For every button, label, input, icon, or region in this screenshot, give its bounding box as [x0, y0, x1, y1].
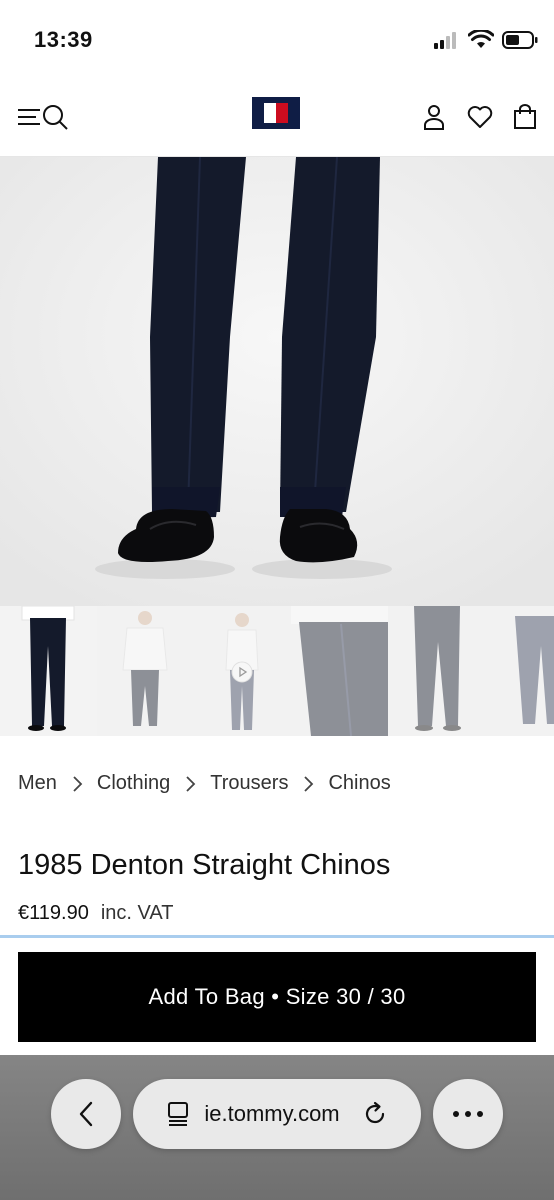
breadcrumb: Men Clothing Trousers Chinos — [18, 772, 391, 795]
cellular-signal-icon — [434, 32, 456, 49]
thumb-front-full[interactable] — [0, 606, 97, 736]
wishlist-heart-icon[interactable] — [465, 102, 495, 132]
thumb-back-view[interactable] — [388, 606, 485, 736]
thumb-flat-lay[interactable] — [485, 606, 554, 736]
status-bar: 13:39 — [0, 0, 554, 80]
reload-icon[interactable] — [362, 1101, 388, 1127]
price-row: €119.90 inc. VAT — [18, 902, 173, 925]
thumb-model-white-sweater[interactable] — [97, 606, 194, 736]
thumb-video[interactable] — [194, 606, 291, 736]
tommy-hilfiger-flag-logo[interactable] — [252, 97, 300, 129]
vat-note: inc. VAT — [100, 902, 174, 924]
breadcrumb-trousers[interactable]: Trousers — [210, 772, 288, 795]
chevron-right-icon — [184, 775, 196, 793]
address-bar[interactable]: ie.tommy.com — [133, 1079, 421, 1149]
shopping-bag-icon[interactable] — [510, 102, 540, 132]
play-icon[interactable] — [231, 661, 253, 683]
product-title: 1985 Denton Straight Chinos — [18, 849, 391, 881]
account-icon[interactable] — [419, 102, 449, 132]
chevron-right-icon — [302, 775, 314, 793]
search-icon[interactable] — [40, 102, 70, 132]
more-icon — [453, 1111, 483, 1117]
reader-tabs-icon[interactable] — [166, 1101, 190, 1127]
battery-icon — [502, 31, 538, 49]
browser-more-button[interactable] — [433, 1079, 503, 1149]
wifi-icon — [468, 30, 494, 48]
chevron-right-icon — [71, 775, 83, 793]
status-time: 13:39 — [34, 27, 93, 52]
add-to-bag-button[interactable]: Add To Bag • Size 30 / 30 — [18, 952, 536, 1042]
browser-toolbar: ie.tommy.com — [0, 1055, 554, 1200]
product-main-photo — [0, 157, 554, 606]
browser-back-button[interactable] — [51, 1079, 121, 1149]
thumb-waist-detail[interactable] — [291, 606, 388, 736]
site-header — [0, 80, 554, 157]
breadcrumb-men[interactable]: Men — [18, 772, 57, 795]
thumbnail-strip — [0, 606, 554, 736]
breadcrumb-clothing[interactable]: Clothing — [97, 772, 170, 795]
sticky-divider — [0, 935, 554, 938]
product-price: €119.90 — [18, 902, 89, 924]
breadcrumb-chinos[interactable]: Chinos — [328, 772, 390, 795]
status-icons — [434, 30, 538, 50]
back-icon — [79, 1101, 93, 1127]
product-main-image[interactable] — [0, 157, 554, 606]
url-text[interactable]: ie.tommy.com — [204, 1101, 339, 1127]
